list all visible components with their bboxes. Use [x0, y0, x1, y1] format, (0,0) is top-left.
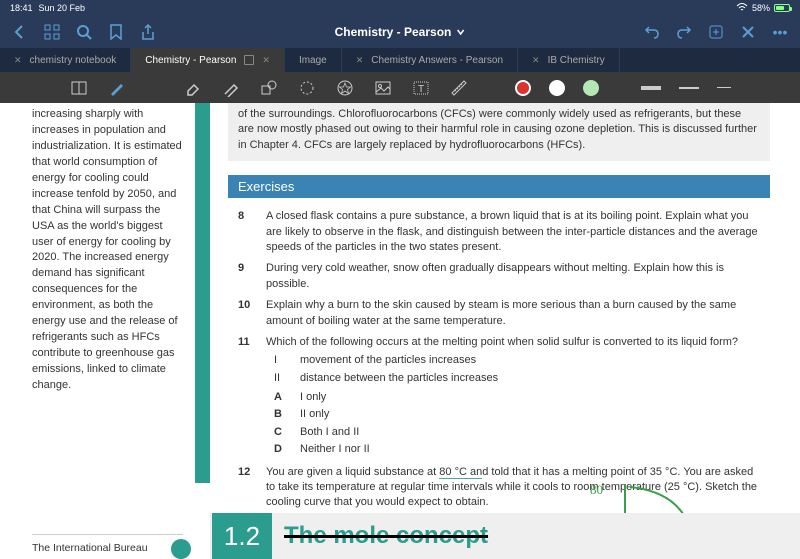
option-text: Both I and II — [300, 425, 359, 440]
undo-icon[interactable] — [644, 24, 660, 40]
more-icon[interactable]: ••• — [772, 24, 788, 40]
exercise-number: 9 — [238, 261, 256, 292]
section-header: 1.2 The mole concept — [210, 513, 800, 559]
pen-icon[interactable] — [107, 78, 127, 98]
roman-text: movement of the particles increases — [300, 353, 476, 368]
main-column: of the surroundings. Chlorofluorocarbons… — [210, 103, 800, 559]
text-icon[interactable]: T — [411, 78, 431, 98]
battery-icon — [774, 4, 790, 12]
option-label: B — [274, 407, 288, 422]
option-label: D — [274, 442, 288, 457]
status-time: 18:41 — [10, 3, 33, 13]
tab-ib[interactable]: ✕ IB Chemistry — [518, 48, 620, 72]
sketch-label-top: 80 — [590, 482, 603, 497]
toolbar: T — [0, 72, 800, 103]
tab-label: Chemistry - Pearson — [145, 55, 236, 66]
stroke-medium[interactable] — [679, 87, 699, 89]
exercises-header: Exercises — [228, 175, 770, 198]
tab-label: chemistry notebook — [30, 55, 117, 66]
page-content[interactable]: increasing sharply with increases in pop… — [0, 103, 800, 559]
section-number: 1.2 — [212, 513, 272, 559]
image-icon[interactable] — [373, 78, 393, 98]
exercise-11: 11 Which of the following occurs at the … — [228, 332, 770, 462]
roman-text: distance between the particles increases — [300, 371, 498, 386]
redo-icon[interactable] — [676, 24, 692, 40]
shapes-icon[interactable] — [259, 78, 279, 98]
exercise-list: 8 A closed flask contains a pure substan… — [228, 198, 770, 522]
exercise-number: 11 — [238, 335, 256, 459]
exercise-9: 9 During very cold weather, snow often g… — [228, 258, 770, 295]
tab-bar: ✕ chemistry notebook Chemistry - Pearson… — [0, 48, 800, 72]
section-title: The mole concept — [284, 522, 488, 550]
close-icon[interactable]: ✕ — [262, 55, 270, 66]
eraser-icon[interactable] — [183, 78, 203, 98]
status-date: Sun 20 Feb — [39, 3, 86, 13]
read-mode-icon[interactable] — [69, 78, 89, 98]
exercise-text: Explain why a burn to the skin caused by… — [266, 298, 760, 329]
exercise-8: 8 A closed flask contains a pure substan… — [228, 206, 770, 258]
roman-label: I — [274, 353, 288, 368]
exercise-text: A closed flask contains a pure substance… — [266, 209, 760, 255]
share-icon[interactable] — [140, 24, 156, 40]
search-icon[interactable] — [76, 24, 92, 40]
split-icon[interactable] — [244, 55, 254, 65]
tab-label: Chemistry Answers - Pearson — [371, 55, 503, 66]
favorites-icon[interactable] — [335, 78, 355, 98]
sidebar-text-column: increasing sharply with increases in pop… — [0, 103, 195, 559]
wifi-icon — [736, 2, 748, 14]
tab-pearson[interactable]: Chemistry - Pearson ✕ — [131, 48, 285, 72]
close-icon[interactable]: ✕ — [14, 55, 22, 66]
intro-box: of the surroundings. Chlorofluorocarbons… — [228, 103, 770, 161]
title-bar: Chemistry - Pearson ••• — [0, 16, 800, 48]
tab-label: IB Chemistry — [548, 55, 605, 66]
exercise-10: 10 Explain why a burn to the skin caused… — [228, 295, 770, 332]
status-bar: 18:41 Sun 20 Feb ••• 58% — [0, 0, 800, 16]
color-red[interactable] — [515, 80, 531, 96]
close-icon[interactable]: ✕ — [532, 55, 540, 66]
tab-image[interactable]: Image — [285, 48, 342, 72]
annotated-text: 80 °C an — [439, 466, 482, 479]
exercise-number: 10 — [238, 298, 256, 329]
option-text: Neither I nor II — [300, 442, 370, 457]
exercise-text: During very cold weather, snow often gra… — [266, 261, 760, 292]
tab-notebook[interactable]: ✕ chemistry notebook — [0, 48, 131, 72]
back-icon[interactable] — [12, 24, 28, 40]
bookmark-icon[interactable] — [108, 24, 124, 40]
option-text: II only — [300, 407, 329, 422]
option-text: I only — [300, 390, 326, 405]
stroke-thick[interactable] — [641, 86, 661, 90]
sidebar-text: increasing sharply with increases in pop… — [32, 107, 183, 394]
ruler-icon[interactable] — [449, 78, 469, 98]
color-green[interactable] — [583, 80, 599, 96]
svg-text:T: T — [418, 84, 424, 95]
tab-answers[interactable]: ✕ Chemistry Answers - Pearson — [342, 48, 518, 72]
chevron-down-icon[interactable] — [455, 27, 465, 37]
grid-icon[interactable] — [44, 24, 60, 40]
exercise-text: Which of the following occurs at the mel… — [266, 336, 738, 348]
close-icon[interactable] — [740, 24, 756, 40]
margin-bar — [195, 103, 210, 483]
add-icon[interactable] — [708, 24, 724, 40]
lasso-icon[interactable] — [297, 78, 317, 98]
highlighter-icon[interactable] — [221, 78, 241, 98]
page-title[interactable]: Chemistry - Pearson — [335, 25, 452, 39]
exercise-number: 8 — [238, 209, 256, 255]
globe-icon — [171, 539, 191, 559]
color-white[interactable] — [549, 80, 565, 96]
exercise-number: 12 — [238, 465, 256, 511]
option-label: C — [274, 425, 288, 440]
tab-label: Image — [299, 55, 327, 66]
option-label: A — [274, 390, 288, 405]
close-icon[interactable]: ✕ — [356, 55, 364, 66]
sidebar-footer-text: The International Bureau — [32, 541, 148, 556]
stroke-thin[interactable] — [717, 87, 731, 88]
battery-percent: 58% — [752, 3, 770, 13]
roman-label: II — [274, 371, 288, 386]
